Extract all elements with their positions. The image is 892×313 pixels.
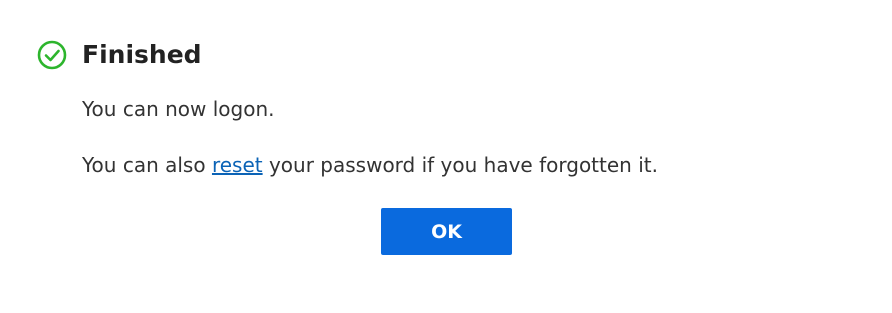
reset-message-prefix: You can also — [82, 153, 212, 177]
reset-message-suffix: your password if you have forgotten it. — [262, 153, 658, 177]
reset-message: You can also reset your password if you … — [82, 151, 658, 179]
dialog-title: Finished — [82, 40, 202, 69]
finished-dialog: Finished You can now logon. You can also… — [0, 0, 892, 313]
ok-button[interactable]: OK — [381, 208, 512, 255]
reset-password-link[interactable]: reset — [212, 153, 263, 177]
dialog-header: Finished — [37, 38, 202, 72]
logon-message: You can now logon. — [82, 97, 275, 121]
check-circle-icon — [37, 40, 67, 70]
